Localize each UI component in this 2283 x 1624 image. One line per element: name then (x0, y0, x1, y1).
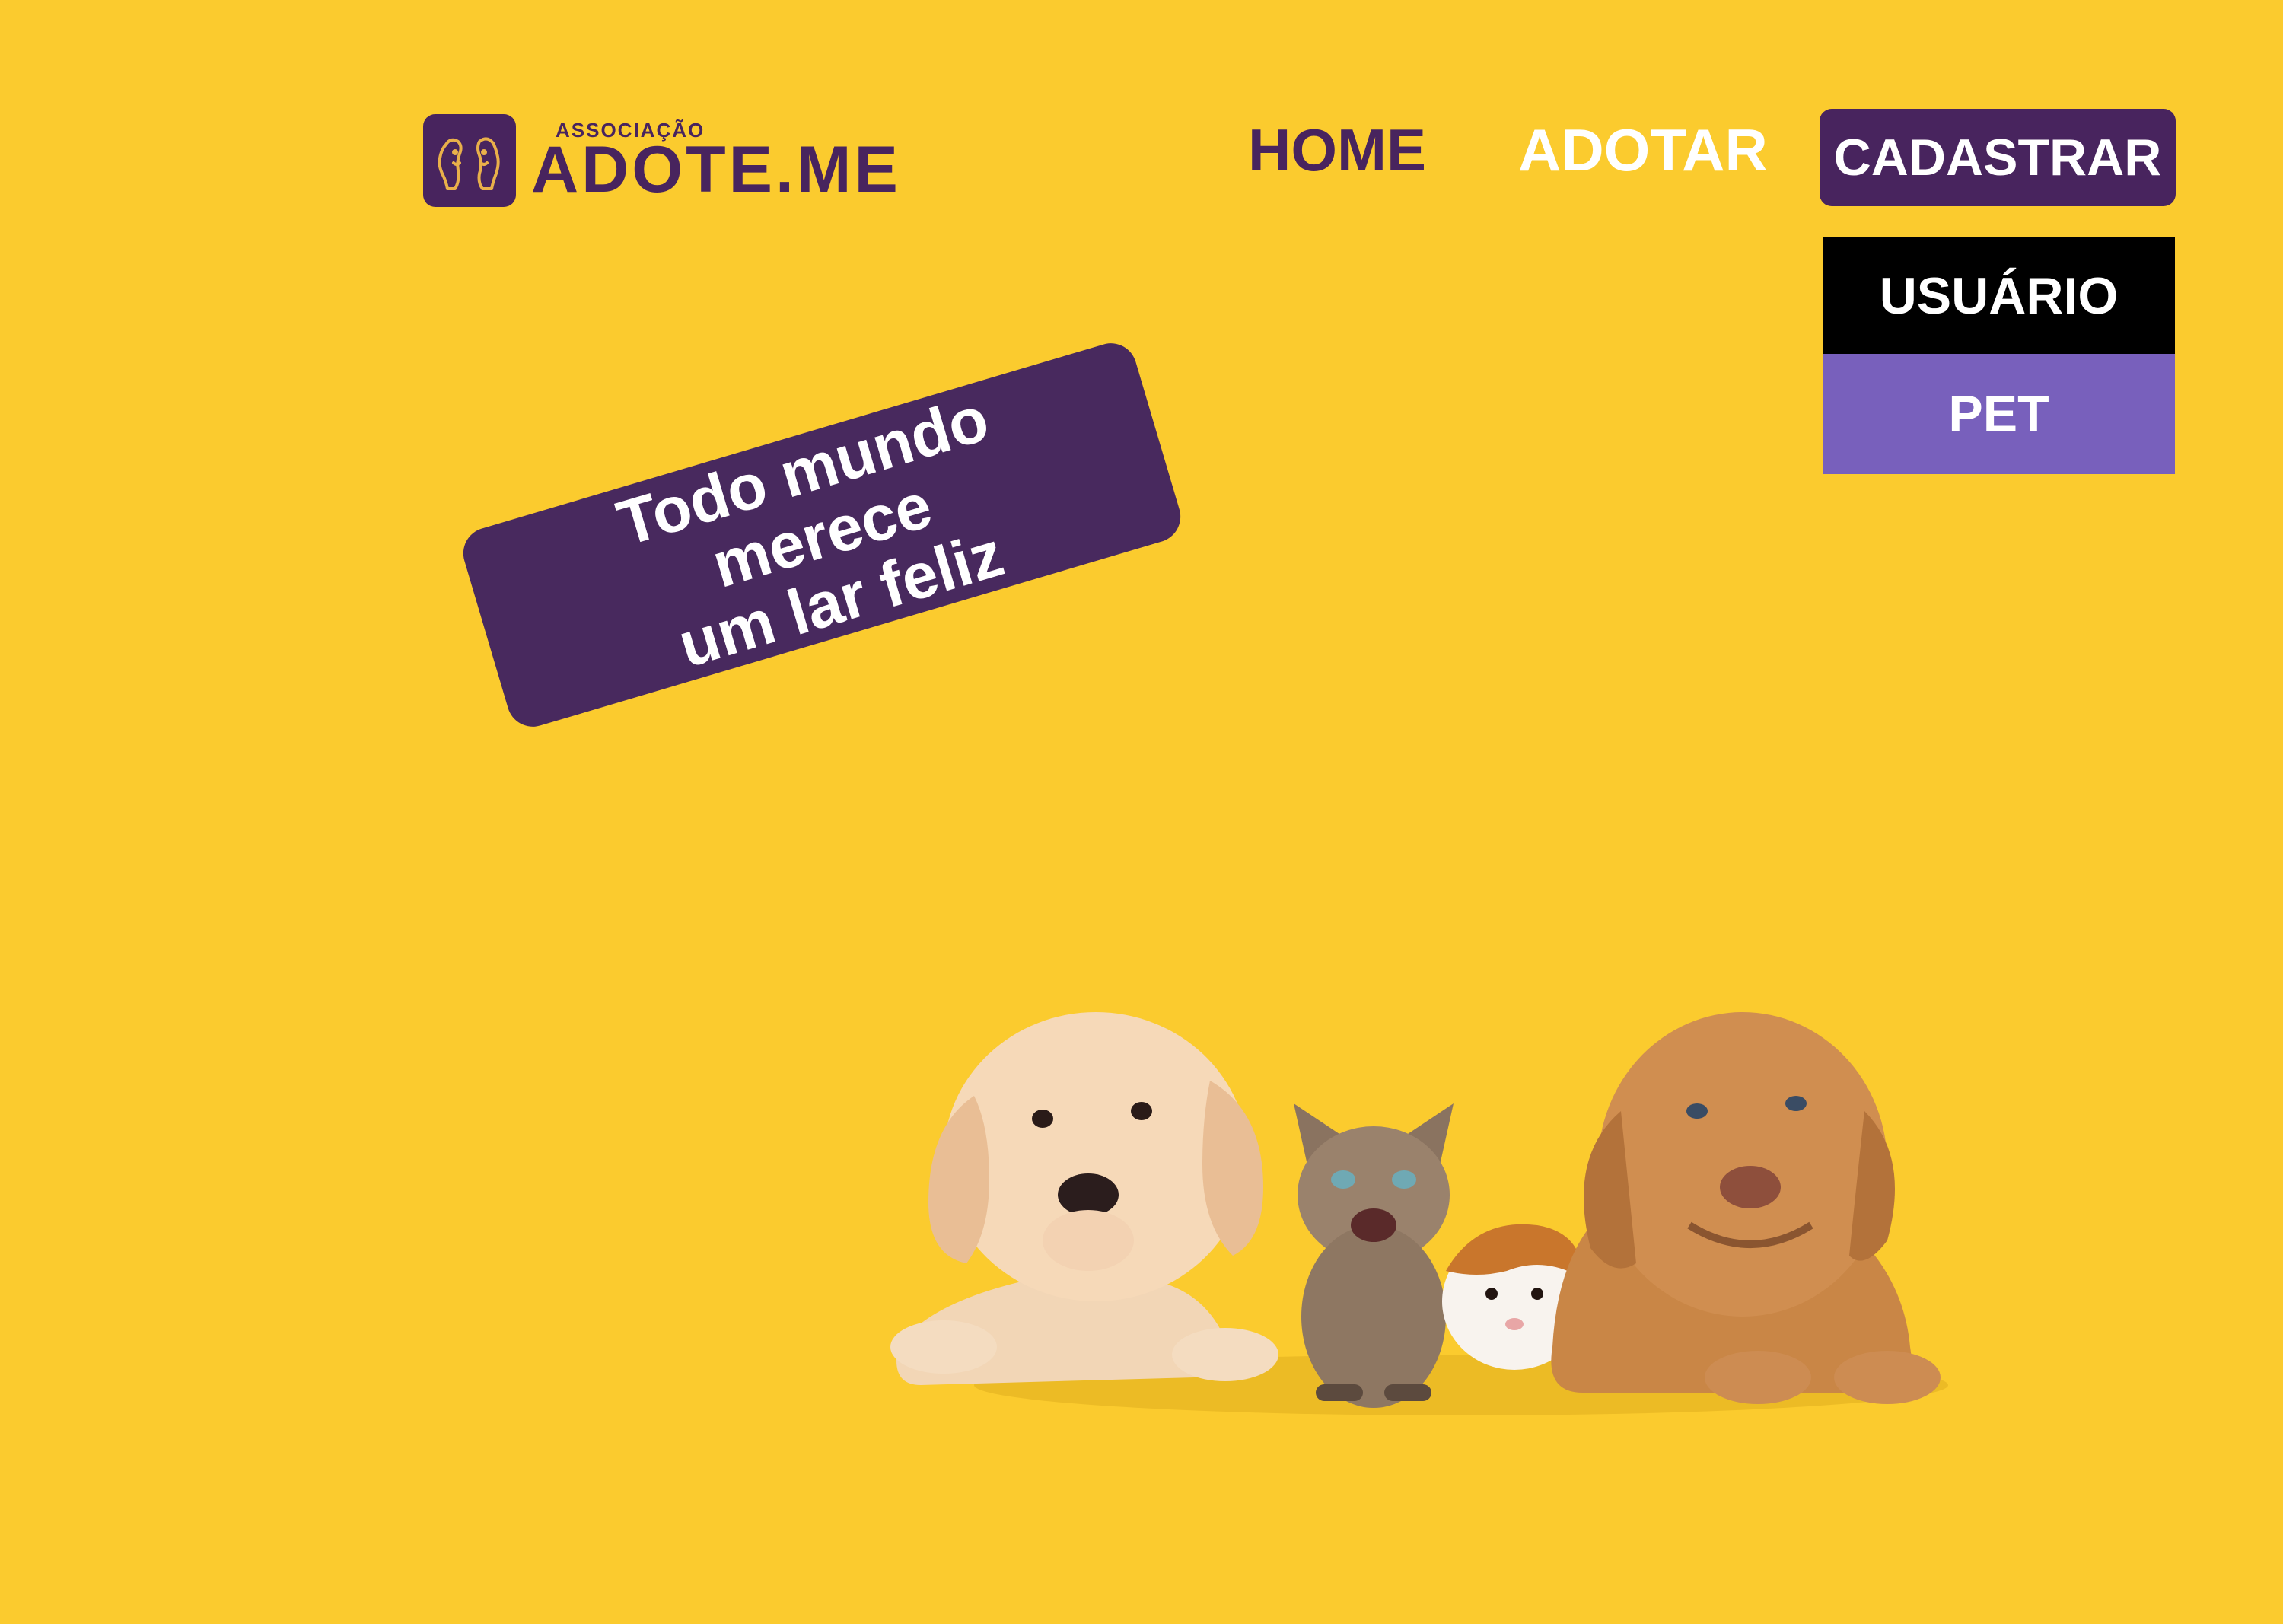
hero-tagline: Todo mundo merece um lar feliz (516, 356, 1128, 714)
dropdown-item-usuario[interactable]: USUÁRIO (1823, 237, 2175, 354)
nav-home-link[interactable]: HOME (1248, 120, 1426, 180)
kitten-icon (1294, 1103, 1454, 1408)
dropdown-item-pet[interactable]: PET (1823, 354, 2175, 474)
nav-adotar-link[interactable]: ADOTAR (1518, 120, 1768, 180)
hero-tagline-card: Todo mundo merece um lar feliz (457, 336, 1187, 734)
dog-cat-icon (423, 114, 516, 207)
cadastrar-dropdown-menu: USUÁRIO PET (1823, 237, 2175, 474)
labrador-puppy-icon (890, 1012, 1278, 1385)
mastiff-puppy-icon (1551, 1012, 1941, 1404)
brand-name: ADOTE.ME (531, 133, 901, 206)
pets-illustration (890, 1012, 1948, 1415)
brand-logo[interactable]: ASSOCIAÇÃO ADOTE.ME (423, 114, 898, 207)
nav-cadastrar-button[interactable]: CADASTRAR (1820, 109, 2176, 206)
